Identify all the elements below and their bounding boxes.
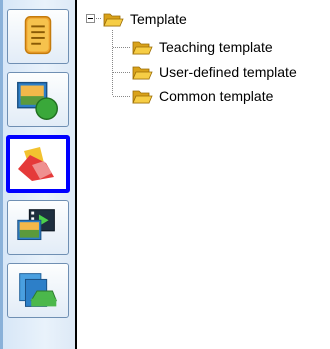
shapes-button[interactable]	[6, 135, 70, 193]
open-folder-icon	[132, 90, 153, 103]
copy-image-button[interactable]	[7, 263, 69, 318]
picture-shape-icon	[17, 81, 58, 120]
tree-connector	[96, 18, 102, 19]
tree-connector	[113, 96, 131, 97]
template-tree: Template Teaching template User-defined …	[76, 0, 330, 349]
copy-image-icon	[19, 273, 58, 307]
tree-node-label: Teaching template	[159, 39, 273, 55]
tree-node-label: Common template	[159, 88, 274, 104]
notes-button[interactable]	[7, 9, 69, 64]
tree-node-label: User-defined template	[159, 64, 297, 80]
tree-node-teaching-template[interactable]: Teaching template	[132, 36, 273, 58]
video-icon	[17, 209, 55, 241]
tree-node-label: Template	[130, 11, 187, 27]
open-folder-icon	[132, 41, 153, 54]
notes-icon	[24, 16, 52, 55]
shapes-icon	[18, 147, 54, 181]
open-folder-icon	[103, 13, 124, 26]
tree-node-user-defined-template[interactable]: User-defined template	[132, 61, 297, 83]
collapse-toggle[interactable]	[86, 14, 95, 23]
video-button[interactable]	[7, 200, 69, 255]
left-toolbar	[0, 0, 76, 349]
template-panel: Template Teaching template User-defined …	[0, 0, 330, 349]
open-folder-icon	[132, 66, 153, 79]
tree-node-template[interactable]: Template	[103, 8, 187, 30]
tree-connector	[113, 72, 131, 73]
tree-node-common-template[interactable]: Common template	[132, 85, 273, 107]
tree-connector-vertical	[112, 30, 113, 96]
picture-shape-button[interactable]	[7, 72, 69, 127]
tree-connector	[113, 47, 131, 48]
